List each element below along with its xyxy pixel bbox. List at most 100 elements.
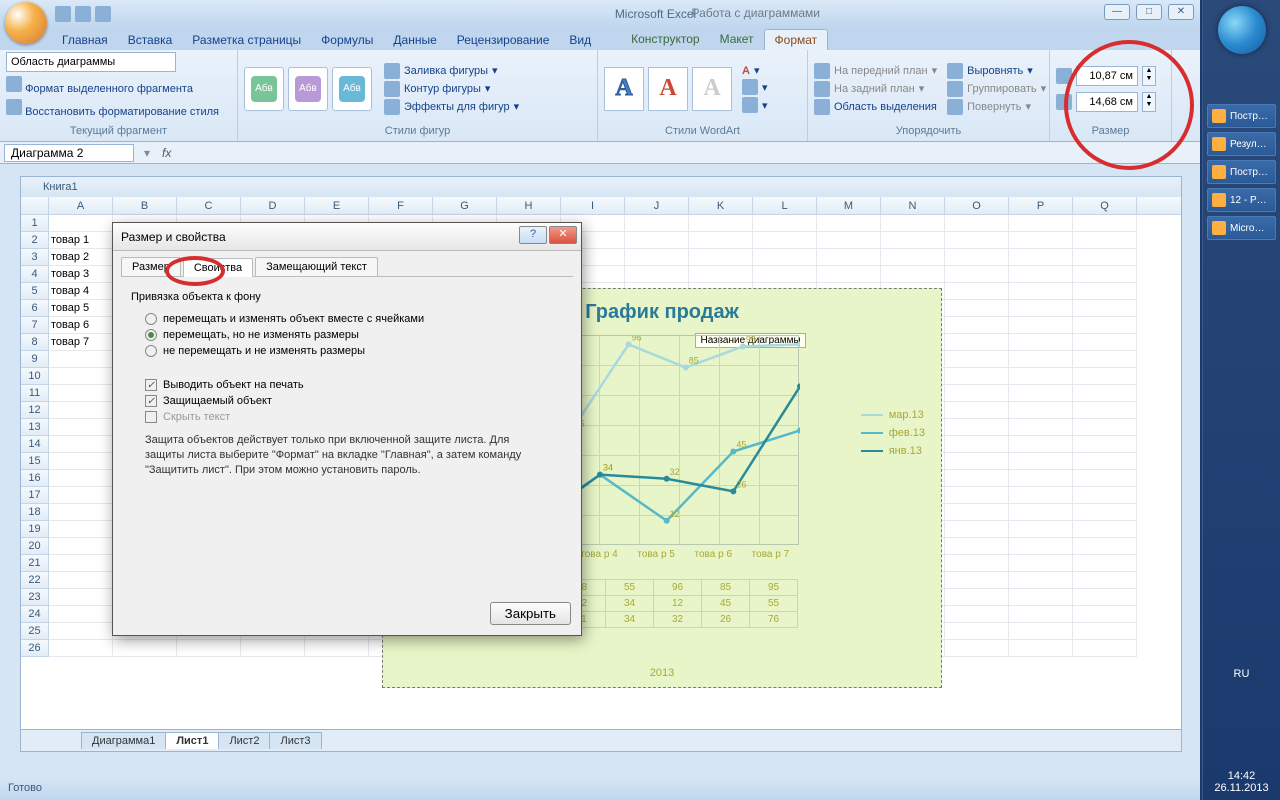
row-header[interactable]: 6	[21, 300, 49, 317]
chart-legend[interactable]: мар.13фев.13янв.13	[861, 409, 925, 463]
dialog-help-button[interactable]: ?	[519, 226, 547, 244]
cell[interactable]	[49, 504, 113, 521]
cell[interactable]	[689, 249, 753, 266]
reset-style-button[interactable]: Восстановить форматирование стиля	[6, 99, 219, 118]
fx-icon[interactable]: fx	[156, 146, 177, 160]
shape-fill-button[interactable]: Заливка фигуры ▾	[384, 63, 519, 79]
width-input[interactable]	[1076, 92, 1138, 112]
cell[interactable]	[945, 351, 1009, 368]
cell[interactable]	[1009, 538, 1073, 555]
row-header[interactable]: 24	[21, 606, 49, 623]
sheet-tab[interactable]: Лист3	[269, 732, 321, 749]
cell[interactable]	[49, 572, 113, 589]
taskbar-item[interactable]: Резул…	[1207, 132, 1276, 156]
row-header[interactable]: 23	[21, 589, 49, 606]
dialog-tab[interactable]: Замещающий текст	[255, 257, 378, 276]
sheet-tab[interactable]: Лист1	[165, 732, 219, 749]
send-back-button[interactable]: На задний план ▾	[814, 81, 937, 97]
cell[interactable]	[689, 266, 753, 283]
cell[interactable]	[1073, 266, 1137, 283]
wordart-style-2[interactable]: A	[648, 67, 688, 111]
cell[interactable]: товар 2	[49, 249, 113, 266]
cell[interactable]	[1009, 572, 1073, 589]
col-header[interactable]: B	[113, 197, 177, 214]
cell[interactable]	[945, 504, 1009, 521]
tab-Данные[interactable]: Данные	[383, 30, 446, 50]
cell[interactable]	[1073, 572, 1137, 589]
cell[interactable]	[689, 232, 753, 249]
rotate-button[interactable]: Повернуть ▾	[947, 99, 1046, 115]
tab-Конструктор[interactable]: Конструктор	[621, 29, 709, 50]
cell[interactable]	[625, 215, 689, 232]
cell[interactable]	[881, 232, 945, 249]
cell[interactable]	[1009, 419, 1073, 436]
col-header[interactable]: J	[625, 197, 689, 214]
cell[interactable]	[817, 266, 881, 283]
row-header[interactable]: 4	[21, 266, 49, 283]
cell[interactable]	[945, 419, 1009, 436]
cell[interactable]	[945, 283, 1009, 300]
cell[interactable]	[625, 266, 689, 283]
cell[interactable]	[945, 232, 1009, 249]
cell[interactable]	[1073, 538, 1137, 555]
taskbar-item[interactable]: Постр…	[1207, 160, 1276, 184]
row-header[interactable]: 7	[21, 317, 49, 334]
cell[interactable]	[49, 487, 113, 504]
cell[interactable]: товар 6	[49, 317, 113, 334]
col-header[interactable]: G	[433, 197, 497, 214]
align-button[interactable]: Выровнять ▾	[947, 63, 1046, 79]
row-header[interactable]: 25	[21, 623, 49, 640]
cell[interactable]	[1073, 351, 1137, 368]
cell[interactable]	[305, 640, 369, 657]
cell[interactable]	[945, 589, 1009, 606]
office-button[interactable]	[5, 2, 47, 44]
cell[interactable]	[177, 640, 241, 657]
cell[interactable]	[1073, 504, 1137, 521]
text-outline-button[interactable]: ▾	[742, 79, 768, 95]
cell[interactable]	[49, 351, 113, 368]
dialog-close-button[interactable]: ✕	[549, 226, 577, 244]
radio-option[interactable]: не перемещать и не изменять размеры	[145, 345, 563, 357]
cell[interactable]: товар 5	[49, 300, 113, 317]
height-spinner[interactable]: ▲▼	[1142, 66, 1156, 86]
row-header[interactable]: 2	[21, 232, 49, 249]
col-header[interactable]: F	[369, 197, 433, 214]
selection-pane-button[interactable]: Область выделения	[814, 99, 937, 115]
cell[interactable]	[945, 402, 1009, 419]
col-header[interactable]: E	[305, 197, 369, 214]
shape-style-3[interactable]: Абв	[332, 67, 372, 111]
row-header[interactable]: 13	[21, 419, 49, 436]
cell[interactable]	[945, 555, 1009, 572]
cell[interactable]	[1073, 402, 1137, 419]
cell[interactable]	[49, 402, 113, 419]
cell[interactable]	[1073, 368, 1137, 385]
shape-style-2[interactable]: Абв	[288, 67, 328, 111]
cell[interactable]	[49, 640, 113, 657]
cell[interactable]	[689, 215, 753, 232]
cell[interactable]	[625, 249, 689, 266]
name-box[interactable]: Диаграмма 2	[4, 144, 134, 162]
cell[interactable]	[49, 589, 113, 606]
cell[interactable]	[945, 521, 1009, 538]
cell[interactable]	[1073, 385, 1137, 402]
cell[interactable]	[881, 249, 945, 266]
row-header[interactable]: 3	[21, 249, 49, 266]
cell[interactable]	[945, 436, 1009, 453]
cell[interactable]	[1073, 606, 1137, 623]
window-min-button[interactable]: —	[1104, 4, 1130, 20]
cell[interactable]	[945, 572, 1009, 589]
cell[interactable]: товар 4	[49, 283, 113, 300]
row-header[interactable]: 22	[21, 572, 49, 589]
cell[interactable]	[945, 640, 1009, 657]
cell[interactable]	[1009, 589, 1073, 606]
col-header[interactable]: A	[49, 197, 113, 214]
cell[interactable]	[945, 538, 1009, 555]
height-input[interactable]	[1076, 66, 1138, 86]
cell[interactable]: товар 7	[49, 334, 113, 351]
cell[interactable]	[945, 385, 1009, 402]
cell[interactable]	[1073, 487, 1137, 504]
col-header[interactable]: K	[689, 197, 753, 214]
cell[interactable]	[945, 487, 1009, 504]
cell[interactable]	[1009, 266, 1073, 283]
radio-option[interactable]: перемещать, но не изменять размеры	[145, 329, 563, 341]
